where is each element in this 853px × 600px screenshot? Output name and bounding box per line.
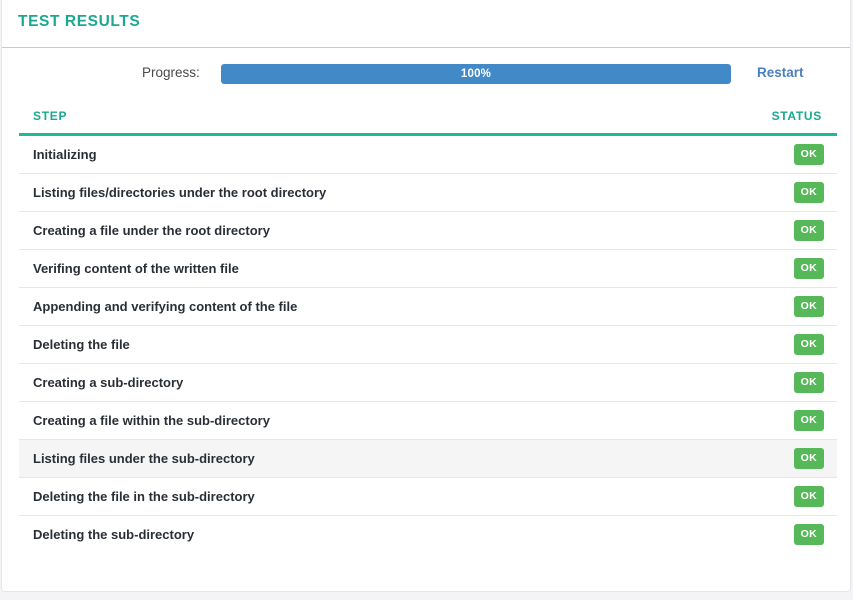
progress-bar-fill: 100% [221,64,731,84]
table-row[interactable]: Creating a sub-directory OK [19,363,837,402]
table-cell-step: Listing files under the sub-directory [19,439,712,478]
status-badge: OK [793,257,824,280]
column-header-step: STEP [19,101,712,136]
panel-header: TEST RESULTS [2,0,850,48]
page-title: TEST RESULTS [18,13,141,30]
status-badge: OK [793,523,824,546]
progress-percent-text: 100% [460,68,492,80]
table-cell-status: OK [712,401,837,440]
table-cell-status: OK [712,363,837,402]
table-cell-step: Initializing [19,134,712,174]
table-cell-step: Creating a sub-directory [19,363,712,402]
table-cell-step: Listing files/directories under the root… [19,173,712,212]
table-cell-step: Deleting the sub-directory [33,527,195,542]
table-cell-status: OK [712,211,837,250]
table-cell-status: OK [712,439,837,478]
table-cell-step: Deleting the file in the sub-directory [19,477,712,516]
table-cell-status: OK [712,134,837,174]
table-row[interactable]: Listing files under the sub-directory OK [19,439,837,478]
table-row[interactable]: Creating a file within the sub-directory… [19,401,837,440]
status-badge: OK [793,219,824,242]
table-cell-status: OK [712,325,837,364]
table-cell-status: OK [712,477,837,516]
table-row[interactable]: Creating a file under the root directory… [19,211,837,250]
status-badge: OK [793,143,824,166]
status-badge: OK [793,409,824,432]
table-cell-status: OK [712,173,837,212]
progress-section: Progress: 100% Restart [2,48,850,100]
table-header-row: STEP STATUS [19,101,837,136]
status-badge: OK [793,333,824,356]
restart-button[interactable]: Restart [757,65,804,80]
table-cell-status: OK [712,249,837,288]
table-row[interactable]: Verifing content of the written file OK [19,249,837,288]
table-row[interactable]: Deleting the sub-directory OK [19,516,837,554]
table-row[interactable]: Initializing OK [19,134,837,174]
status-badge: OK [793,181,824,204]
table-cell-status: OK [712,516,837,554]
results-table-container: STEP STATUS Initializing OK Listing files/… [19,101,837,553]
table-row[interactable]: Deleting the file OK [19,325,837,364]
table-row[interactable]: Deleting the file in the sub-directory OK [19,477,837,516]
test-results-panel: TEST RESULTS Progress: 100% Restart STEP… [1,0,851,592]
table-cell-step: Creating a file within the sub-directory [19,401,712,440]
results-table: STEP STATUS Initializing OK Listing files/… [19,101,837,553]
progress-label: Progress: [142,65,200,80]
table-cell-step: Verifing content of the written file [19,249,712,288]
table-row[interactable]: Listing files/directories under the root… [19,173,837,212]
table-cell-step: Creating a file under the root directory [19,211,712,250]
progress-bar: 100% [221,64,731,84]
table-cell-step: Deleting the file [19,325,712,364]
table-cell-step: Appending and verifying content of the f… [19,287,712,326]
status-badge: OK [793,485,824,508]
column-header-status: STATUS [712,101,837,136]
table-row[interactable]: Appending and verifying content of the f… [19,287,837,326]
table-body: Initializing OK Listing files/directories … [19,134,837,554]
status-badge: OK [793,371,824,394]
table-cell-status: OK [712,287,837,326]
status-badge: OK [793,295,824,318]
status-badge: OK [793,447,824,470]
table-header: STEP STATUS [19,101,837,136]
